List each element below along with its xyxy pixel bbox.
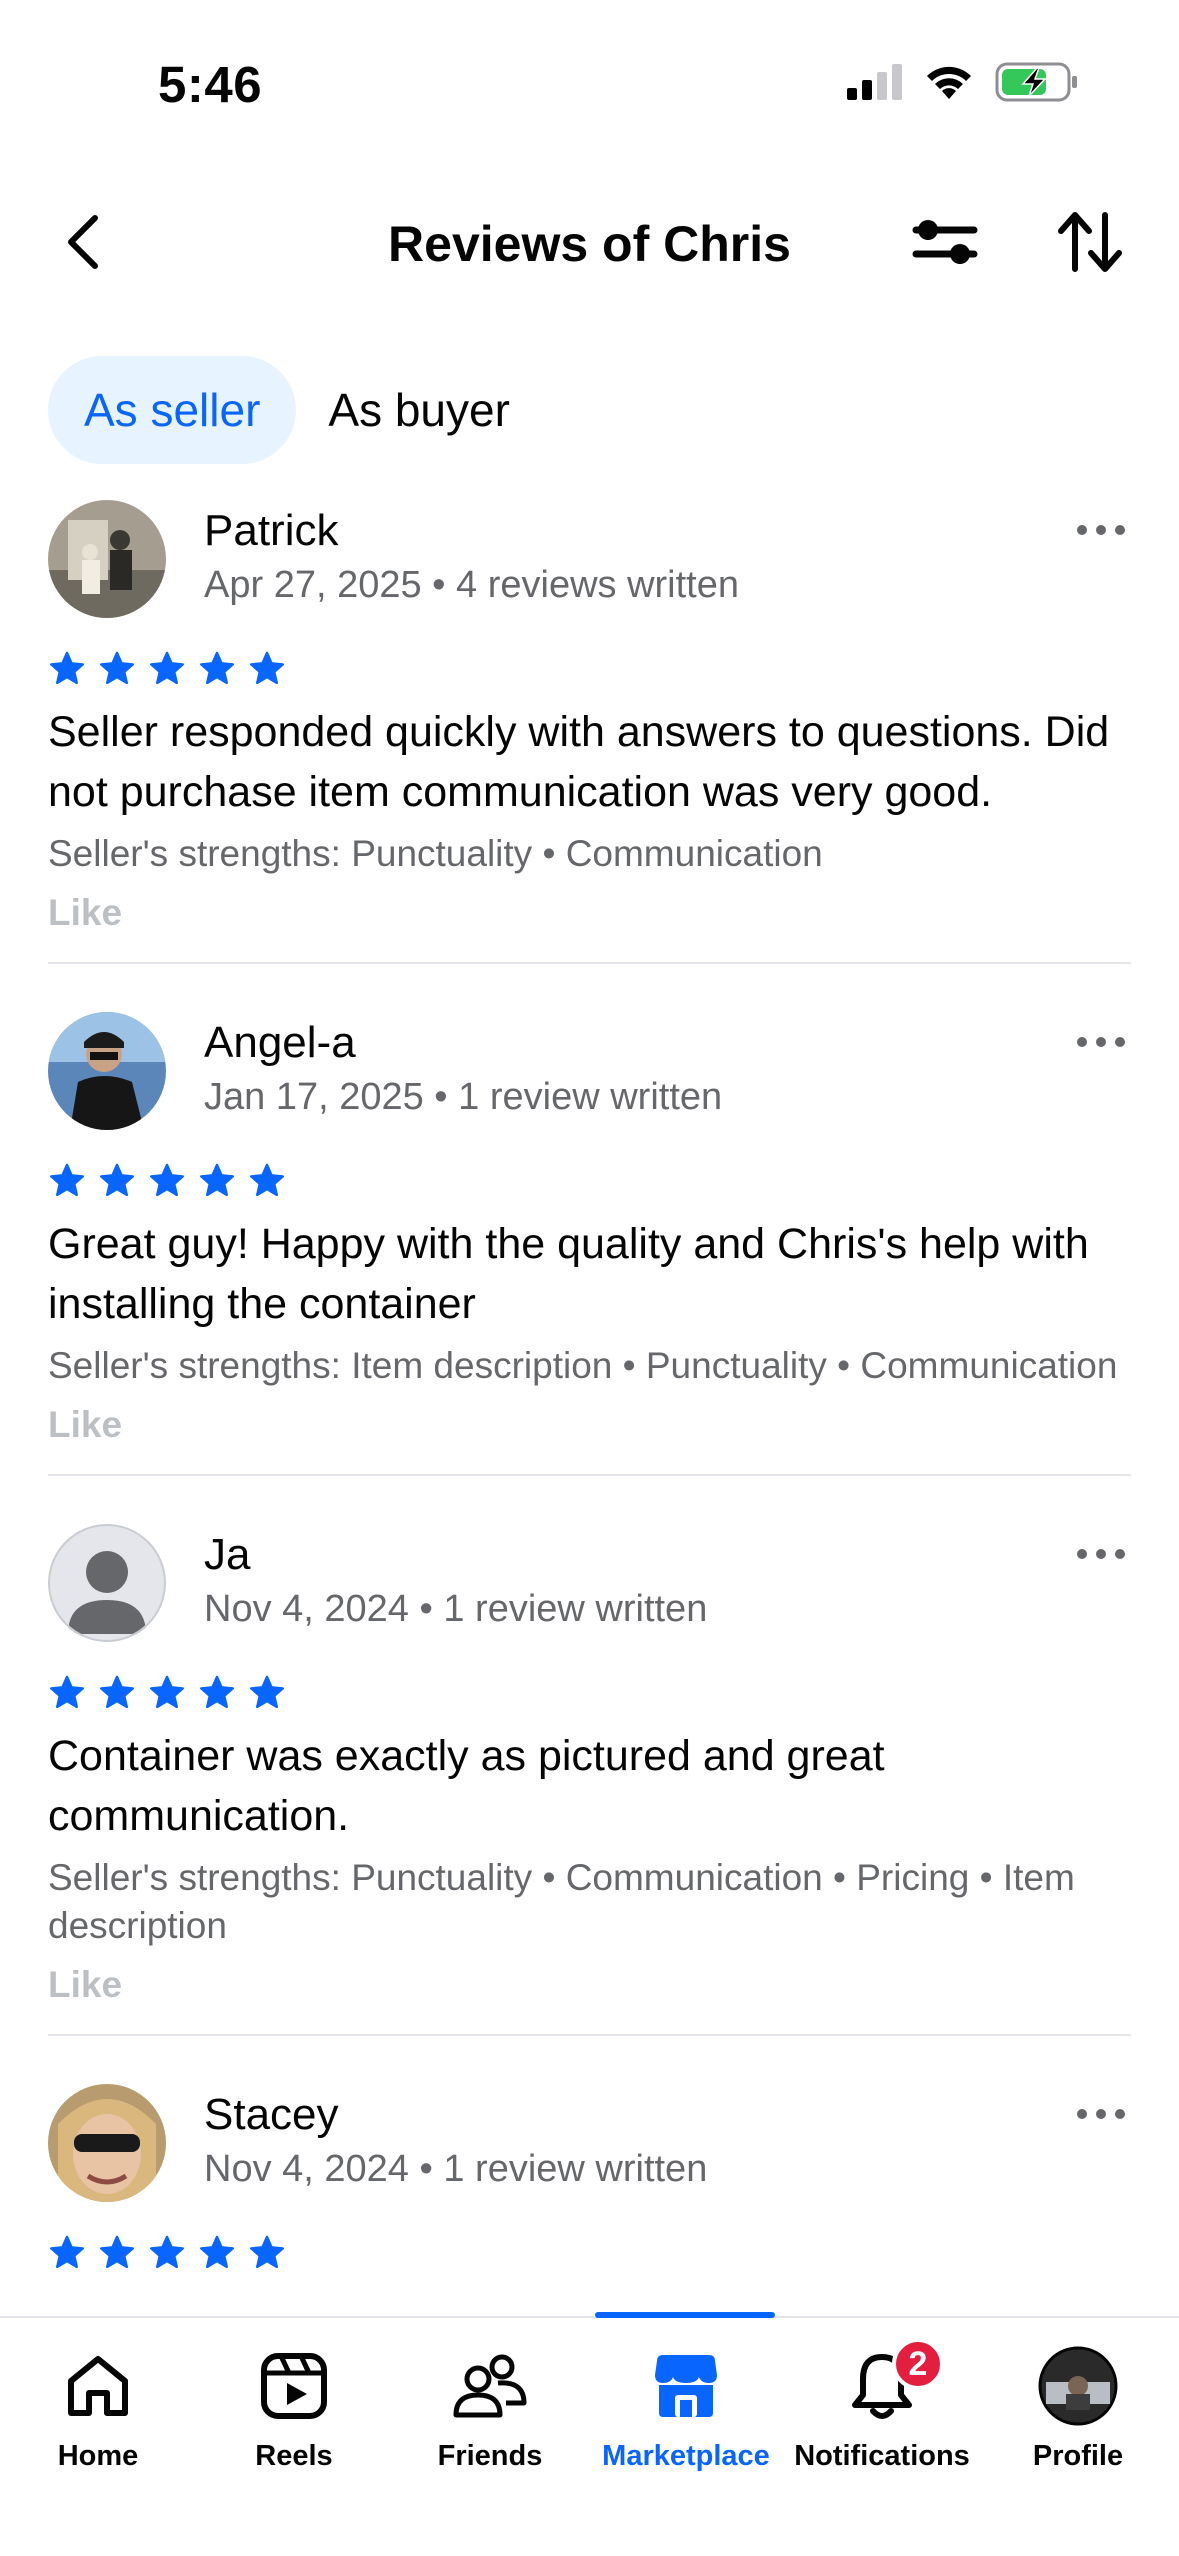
like-button[interactable]: Like [48,892,1131,934]
status-bar: 5:46 [0,0,1179,160]
nav-label: Friends [437,2440,543,2472]
nav-label: Reels [255,2440,333,2472]
friends-icon [450,2346,530,2426]
more-options-button[interactable] [1071,1534,1131,1574]
reviews-list: Patrick Apr 27, 2025 • 4 reviews written… [0,490,1179,2316]
wifi-icon [927,66,971,99]
star-icon [249,651,285,685]
avatar[interactable] [48,500,166,618]
reviewer-name[interactable]: Ja [204,1530,250,1580]
active-tab-indicator [595,2312,775,2318]
reviewer-name[interactable]: Angel-a [204,1018,356,1068]
star-icon [149,1163,185,1197]
star-icon [199,651,235,685]
more-options-button[interactable] [1071,2094,1131,2134]
reviewer-name[interactable]: Patrick [204,506,338,556]
ellipsis-icon [1077,525,1125,535]
page-title: Reviews of Chris [388,216,791,272]
battery-charging-icon [995,62,1077,102]
review-item: Ja Nov 4, 2024 • 1 review written Contai… [0,1476,1179,2006]
review-text: Seller responded quickly with answers to… [48,708,1110,816]
avatar[interactable] [48,2084,166,2202]
default-avatar-icon [48,1524,166,1642]
seller-strengths: Seller's strengths: Item description • P… [48,1345,1118,1386]
review-meta: Jan 17, 2025 • 1 review written [204,1076,723,1118]
star-icon [249,2235,285,2269]
nav-reels[interactable]: Reels [196,2346,392,2473]
review-date: Apr 27, 2025 [204,564,422,606]
tab-as-buyer[interactable]: As buyer [304,356,534,464]
nav-label: Home [57,2440,139,2472]
avatar[interactable] [48,1012,166,1130]
reviews-written-count: 1 review written [458,1076,723,1118]
star-icon [199,1163,235,1197]
reels-icon [254,2346,334,2426]
nav-label: Profile [1032,2440,1124,2472]
star-icon [149,2235,185,2269]
nav-home[interactable]: Home [0,2346,196,2473]
star-icon [199,1675,235,1709]
nav-friends[interactable]: Friends [392,2346,588,2473]
reviews-written-count: 1 review written [443,2148,708,2190]
ellipsis-icon [1077,1549,1125,1559]
nav-marketplace[interactable]: Marketplace [588,2346,784,2473]
review-date: Nov 4, 2024 [204,2148,409,2190]
review-item: Stacey Nov 4, 2024 • 1 review written [0,2036,1179,2272]
star-icon [149,1675,185,1709]
status-time: 5:46 [158,56,263,113]
sort-arrows-icon [1058,212,1122,272]
star-icon [99,651,135,685]
nav-label: Notifications [794,2440,970,2472]
header: Reviews of Chris [0,185,1179,300]
nav-profile[interactable]: Profile [980,2346,1176,2473]
star-icon [249,1163,285,1197]
seller-strengths: Seller's strengths: Punctuality • Commun… [48,833,823,874]
like-button[interactable]: Like [48,1964,1131,2006]
nav-label: Marketplace [602,2440,770,2472]
home-icon [58,2346,138,2426]
sort-button[interactable] [1052,207,1128,277]
review-text: Great guy! Happy with the quality and Ch… [48,1220,1089,1328]
ellipsis-icon [1077,1037,1125,1047]
bell-icon: 2 [842,2338,944,2426]
review-tabs: As seller As buyer [48,356,534,464]
notification-badge: 2 [892,2338,944,2390]
more-options-button[interactable] [1071,1022,1131,1062]
profile-avatar [1038,2346,1118,2426]
star-icon [99,1675,135,1709]
star-icon [99,1163,135,1197]
star-icon [249,1675,285,1709]
filter-button[interactable] [905,207,985,277]
review-date: Nov 4, 2024 [204,1588,409,1630]
bottom-nav: Home Reels Friends Marketplace 2 Notific… [0,2312,1179,2556]
star-icon [99,2235,135,2269]
tab-as-seller[interactable]: As seller [48,356,297,464]
avatar[interactable] [48,1524,166,1642]
cellular-signal-icon [847,64,902,100]
star-icon [49,2235,85,2269]
star-icon [199,2235,235,2269]
review-meta: Nov 4, 2024 • 1 review written [204,2148,708,2190]
review-text: Container was exactly as pictured and gr… [48,1732,885,1840]
sliders-icon [912,220,978,264]
reviewer-name[interactable]: Stacey [204,2090,339,2140]
reviews-written-count: 4 reviews written [456,564,740,606]
star-icon [149,651,185,685]
review-date: Jan 17, 2025 [204,1076,424,1118]
like-button[interactable]: Like [48,1404,1131,1446]
review-meta: Nov 4, 2024 • 1 review written [204,1588,708,1630]
reviews-written-count: 1 review written [443,1588,708,1630]
seller-strengths: Seller's strengths: Punctuality • Commun… [48,1857,1075,1946]
review-item: Angel-a Jan 17, 2025 • 1 review written … [0,964,1179,1446]
status-icons [847,62,1079,102]
more-options-button[interactable] [1071,510,1131,550]
marketplace-icon [646,2346,726,2426]
star-icon [49,651,85,685]
review-meta: Apr 27, 2025 • 4 reviews written [204,564,740,606]
review-item: Patrick Apr 27, 2025 • 4 reviews written… [0,490,1179,934]
star-icon [49,1163,85,1197]
nav-notifications[interactable]: 2 Notifications [784,2338,980,2473]
ellipsis-icon [1077,2109,1125,2119]
star-icon [49,1675,85,1709]
